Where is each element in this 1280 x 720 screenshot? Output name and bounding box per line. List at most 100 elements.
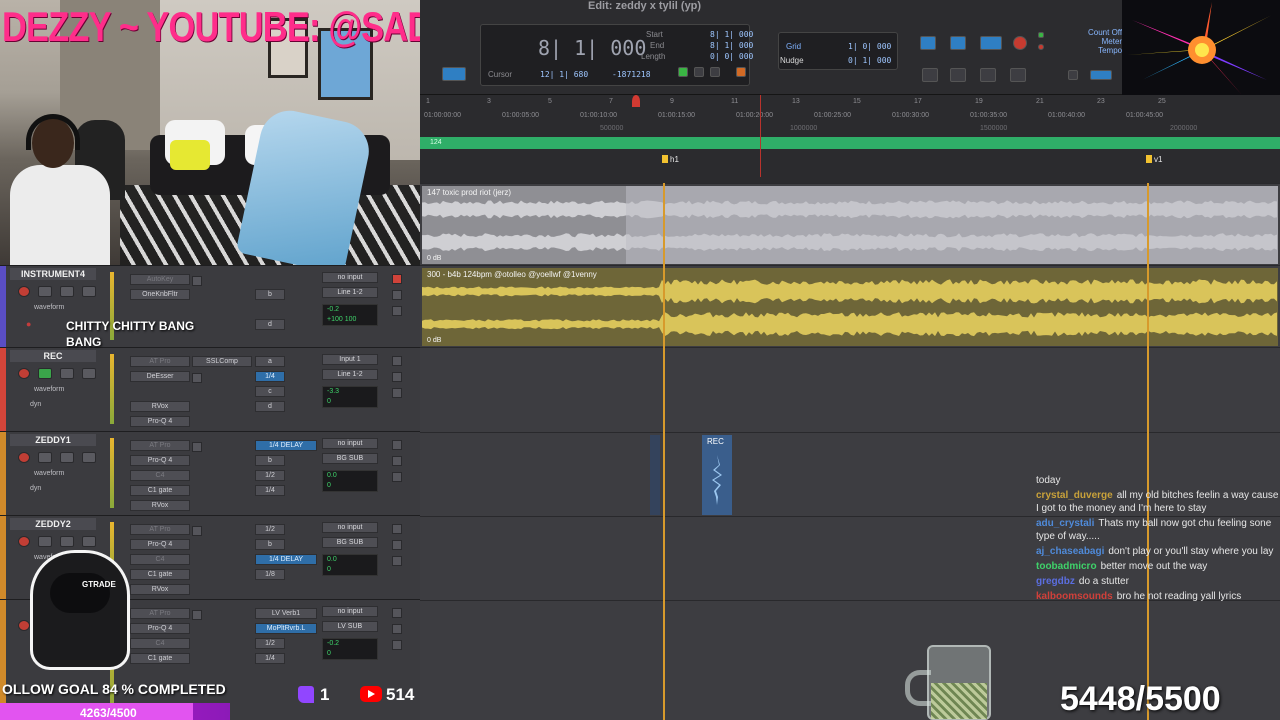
- clip-beat-1[interactable]: 147 toxic prod riot (jerz) 0 dB: [422, 186, 1278, 264]
- send-slot[interactable]: d: [255, 401, 285, 412]
- tempo-ruler[interactable]: [420, 137, 1280, 149]
- conductor-icon[interactable]: [1090, 70, 1112, 80]
- track-view-selector[interactable]: waveform: [34, 386, 64, 393]
- record-enable-button[interactable]: [18, 452, 30, 463]
- pan-value[interactable]: 0: [327, 565, 377, 575]
- nudge-value[interactable]: 0| 1| 000: [848, 56, 891, 65]
- output-selector[interactable]: Line 1-2: [322, 287, 378, 298]
- clip-beat-2[interactable]: 300 - b4b 124bpm @otolleo @yoellwf @1ven…: [422, 268, 1278, 346]
- solo-button[interactable]: [60, 452, 74, 463]
- volume-pan-display[interactable]: -0.2 0: [322, 638, 378, 660]
- output-icon[interactable]: [392, 372, 402, 382]
- pan-value[interactable]: 0: [327, 397, 377, 407]
- volume-value[interactable]: 0.0: [327, 471, 377, 481]
- volume-pan-display[interactable]: 0.0 0: [322, 554, 378, 576]
- nudge-label[interactable]: Nudge: [780, 56, 804, 65]
- lane-instrument4[interactable]: 300 - b4b 124bpm @otolleo @yoellwf @1ven…: [420, 265, 1280, 347]
- main-counter[interactable]: 8| 1| 000: [538, 36, 646, 60]
- grid-label[interactable]: Grid: [786, 42, 801, 51]
- insert-slot[interactable]: DeEsser: [130, 371, 190, 382]
- send-slot[interactable]: 1/2: [255, 638, 285, 649]
- mute-button[interactable]: [82, 286, 96, 297]
- input-selector[interactable]: no input: [322, 438, 378, 449]
- timeline-rulers[interactable]: 1 3 5 7 9 11 13 15 17 19 21 23 25 01:00:00:00 01:00:0…: [420, 95, 1280, 183]
- insert-arrow-icon[interactable]: [192, 276, 202, 286]
- clip-zeddy1-rec[interactable]: REC: [702, 435, 732, 515]
- pan-value[interactable]: 0: [327, 481, 377, 491]
- stop-icon[interactable]: [950, 36, 966, 50]
- track-header[interactable]: INSTRUMENT4 waveform AutoKey OneKnbFltr b d no…: [0, 265, 420, 347]
- go-to-end-icon[interactable]: [1010, 68, 1026, 82]
- send-slot[interactable]: 1/2: [255, 470, 285, 481]
- send-slot[interactable]: 1/4: [255, 371, 285, 382]
- mute-button[interactable]: [82, 368, 96, 379]
- send-slot[interactable]: 1/4: [255, 653, 285, 664]
- io-icon[interactable]: [392, 524, 402, 534]
- input-selector[interactable]: no input: [322, 272, 378, 283]
- output-selector[interactable]: BG SUB: [322, 537, 378, 548]
- expand-icon[interactable]: [392, 388, 402, 398]
- pan-value[interactable]: 0: [327, 649, 377, 659]
- length-value[interactable]: 0| 0| 000: [710, 52, 753, 61]
- solo-button[interactable]: [60, 368, 74, 379]
- post-roll-button[interactable]: [710, 67, 720, 77]
- insert-slot[interactable]: RVox: [130, 401, 190, 412]
- insert-arrow-icon[interactable]: [192, 442, 202, 452]
- click-icon[interactable]: [1068, 70, 1078, 80]
- marker-flag-v1[interactable]: [1146, 155, 1152, 163]
- end-value[interactable]: 8| 1| 000: [710, 41, 753, 50]
- track-header[interactable]: ZEDDY1 waveform dyn AT Pro Pro-Q 4 C4 C1 gate R…: [0, 431, 420, 515]
- track-name[interactable]: ZEDDY1: [10, 434, 96, 446]
- volume-pan-display[interactable]: -0.2 +100 100: [322, 304, 378, 326]
- track-name[interactable]: REC: [10, 350, 96, 362]
- clip-zeddy1-a[interactable]: [650, 435, 660, 515]
- send-slot[interactable]: MoPltRvrb.L: [255, 623, 317, 634]
- track-header[interactable]: REC waveform dyn AT Pro DeEsser RVox Pro-Q 4 SS…: [0, 347, 420, 431]
- pan-value[interactable]: +100 100: [327, 315, 377, 325]
- track-view-selector[interactable]: waveform: [34, 304, 64, 311]
- grid-value[interactable]: 1| 0| 000: [848, 42, 891, 51]
- insert-slot[interactable]: AT Pro: [130, 356, 190, 367]
- send-slot[interactable]: b: [255, 455, 285, 466]
- volume-pan-display[interactable]: -3.3 0: [322, 386, 378, 408]
- mute-button[interactable]: [82, 452, 96, 463]
- automation-mode[interactable]: dyn: [30, 485, 41, 492]
- counter-mode-button[interactable]: [442, 67, 466, 81]
- input-monitor-button[interactable]: [38, 368, 52, 379]
- insert-slot[interactable]: AT Pro: [130, 440, 190, 451]
- insert-slot[interactable]: SSLComp: [192, 356, 252, 367]
- loop-playback-icon[interactable]: [980, 36, 1002, 50]
- send-slot[interactable]: d: [255, 319, 285, 330]
- volume-value[interactable]: 0.0: [327, 555, 377, 565]
- output-selector[interactable]: LV SUB: [322, 621, 378, 632]
- rewind-to-start-icon[interactable]: [922, 68, 938, 82]
- insert-slot[interactable]: C1 gate: [130, 485, 190, 496]
- input-selector[interactable]: Input 1: [322, 354, 378, 365]
- fast-forward-icon[interactable]: [980, 68, 996, 82]
- insert-slot[interactable]: OneKnbFltr: [130, 289, 190, 300]
- io-icon[interactable]: [392, 274, 402, 284]
- automation-mode[interactable]: dyn: [30, 401, 41, 408]
- expand-icon[interactable]: [392, 306, 402, 316]
- record-enable-button[interactable]: [18, 286, 30, 297]
- insert-slot[interactable]: AT Pro: [130, 524, 190, 535]
- send-slot[interactable]: LV Verb1: [255, 608, 317, 619]
- output-icon[interactable]: [392, 290, 402, 300]
- input-monitor-button[interactable]: [38, 452, 52, 463]
- output-selector[interactable]: BG SUB: [322, 453, 378, 464]
- record-enable-button[interactable]: [18, 368, 30, 379]
- send-slot[interactable]: 1/8: [255, 569, 285, 580]
- playhead-marker[interactable]: [632, 95, 640, 107]
- input-monitor-button[interactable]: [38, 286, 52, 297]
- expand-icon[interactable]: [392, 472, 402, 482]
- count-off-panel[interactable]: Count Off Meter Tempo: [1088, 28, 1122, 55]
- start-value[interactable]: 8| 1| 000: [710, 30, 753, 39]
- output-icon[interactable]: [392, 624, 402, 634]
- send-slot[interactable]: b: [255, 539, 285, 550]
- track-view-selector[interactable]: waveform: [34, 470, 64, 477]
- send-slot[interactable]: b: [255, 289, 285, 300]
- insert-arrow-icon[interactable]: [192, 373, 202, 383]
- send-slot[interactable]: 1/4 DELAY: [255, 440, 317, 451]
- pre-roll-button[interactable]: [694, 67, 704, 77]
- volume-value[interactable]: -0.2: [327, 305, 377, 315]
